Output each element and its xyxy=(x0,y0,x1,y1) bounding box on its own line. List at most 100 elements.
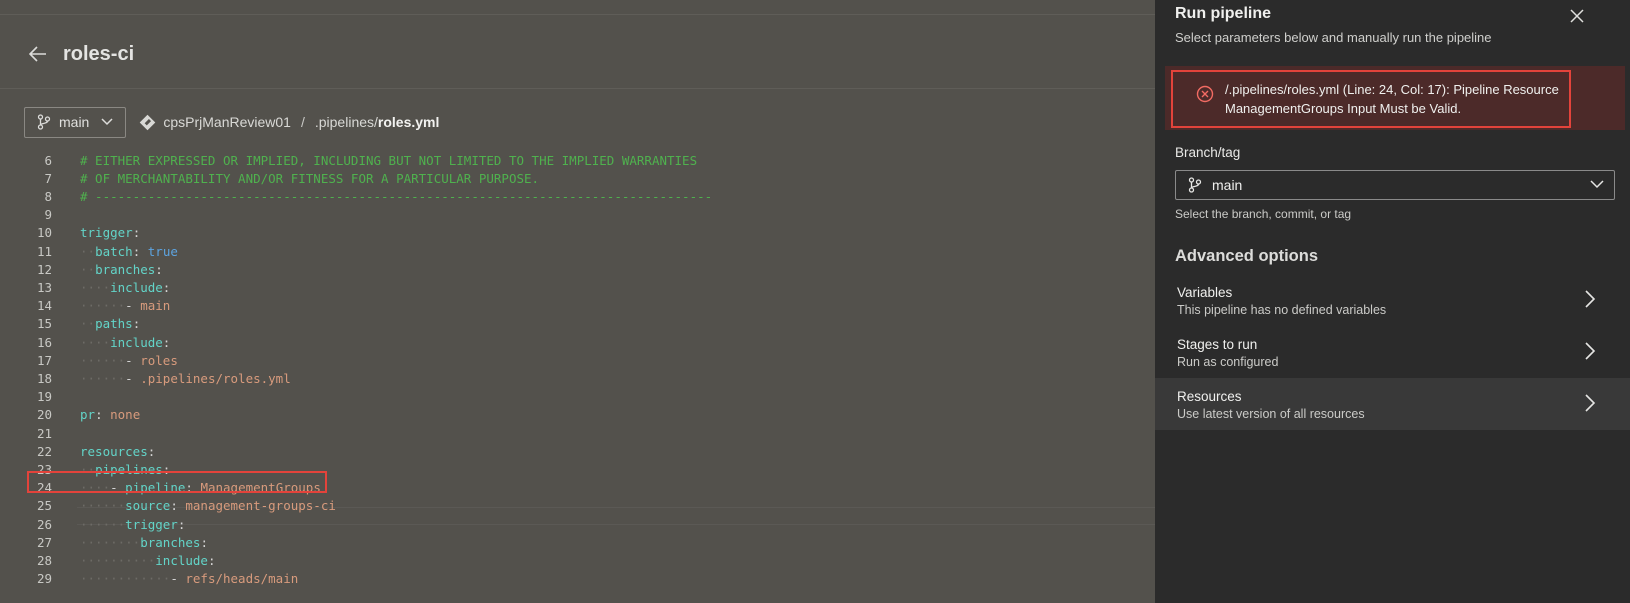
code-text: ······trigger: xyxy=(80,516,186,532)
option-stages-to-run[interactable]: Stages to run Run as configured xyxy=(1155,326,1630,378)
line-number: 14 xyxy=(36,298,52,314)
breadcrumb-folder: .pipelines/ xyxy=(314,114,378,130)
code-text: ····include: xyxy=(80,334,171,350)
code-line: 20 pr: none xyxy=(0,406,1155,424)
panel-title: Run pipeline xyxy=(1175,5,1271,22)
close-button[interactable] xyxy=(1565,4,1589,28)
code-text: ······source: management-groups-ci xyxy=(80,498,336,514)
branch-selector-label: main xyxy=(59,114,90,130)
close-icon xyxy=(1570,9,1584,23)
option-title: Variables xyxy=(1177,285,1233,300)
code-line: 10 trigger: xyxy=(0,224,1155,242)
option-title: Stages to run xyxy=(1177,337,1258,352)
line-number: 21 xyxy=(36,425,52,441)
editor-page: roles-ci main cpsPrjManReview01 / .pipel… xyxy=(0,0,1155,603)
code-line: 12 ··branches: xyxy=(0,260,1155,278)
code-text: resources: xyxy=(80,443,156,459)
line-number: 13 xyxy=(36,279,52,295)
code-line: 18 ······- .pipelines/roles.yml xyxy=(0,369,1155,387)
code-line: 17 ······- roles xyxy=(0,351,1155,369)
branch-tag-help: Select the branch, commit, or tag xyxy=(1175,207,1352,221)
option-title: Resources xyxy=(1177,389,1242,404)
code-line: 14 ······- main xyxy=(0,297,1155,315)
option-description: Use latest version of all resources xyxy=(1177,407,1365,421)
advanced-options-heading: Advanced options xyxy=(1175,247,1319,265)
chevron-right-icon xyxy=(1585,394,1596,412)
code-text: # EITHER EXPRESSED OR IMPLIED, INCLUDING… xyxy=(80,152,698,168)
option-variables[interactable]: Variables This pipeline has no defined v… xyxy=(1155,274,1630,326)
option-resources[interactable]: Resources Use latest version of all reso… xyxy=(1155,378,1630,430)
error-message-text: /.pipelines/roles.yml (Line: 24, Col: 17… xyxy=(1225,82,1559,116)
line-number: 7 xyxy=(44,170,52,186)
code-line: 26 ······trigger: xyxy=(0,515,1155,533)
run-pipeline-panel: Run pipeline Select parameters below and… xyxy=(1155,0,1630,603)
code-line: 6 # EITHER EXPRESSED OR IMPLIED, INCLUDIN… xyxy=(0,151,1155,169)
top-strip xyxy=(0,0,1155,15)
line-number: 8 xyxy=(44,188,52,204)
code-line: 28 ··········include: xyxy=(0,551,1155,569)
header-divider xyxy=(0,88,1155,89)
code-text: ············- refs/heads/main xyxy=(80,571,299,587)
code-line: 21 xyxy=(0,424,1155,442)
code-text: ······- .pipelines/roles.yml xyxy=(80,370,291,386)
repo-icon xyxy=(140,114,156,130)
code-text: ········branches: xyxy=(80,534,208,550)
line-number: 11 xyxy=(36,243,52,259)
code-text: # --------------------------------------… xyxy=(80,188,713,204)
code-line: 9 xyxy=(0,206,1155,224)
page-title: roles-ci xyxy=(63,42,135,65)
line-number: 29 xyxy=(36,571,52,587)
code-line: 16 ····include: xyxy=(0,333,1155,351)
code-text: trigger: xyxy=(80,225,141,241)
line-number: 28 xyxy=(36,552,52,568)
back-button[interactable] xyxy=(27,43,49,65)
line-number: 22 xyxy=(36,443,52,459)
code-text: # OF MERCHANTABILITY AND/OR FITNESS FOR … xyxy=(80,170,540,186)
code-text: ··branches: xyxy=(80,261,163,277)
option-description: This pipeline has no defined variables xyxy=(1177,303,1387,317)
code-line: 22 resources: xyxy=(0,442,1155,460)
chevron-down-icon xyxy=(1590,180,1604,189)
line-number: 20 xyxy=(36,407,52,423)
chevron-down-icon xyxy=(101,118,113,126)
code-text: ······- roles xyxy=(80,352,178,368)
code-text: ··········include: xyxy=(80,552,216,568)
code-text: ··paths: xyxy=(80,316,141,332)
branch-icon xyxy=(37,114,51,130)
branch-tag-label: Branch/tag xyxy=(1175,145,1241,160)
code-line: 25 ······source: management-groups-ci xyxy=(0,497,1155,515)
code-line: 11 ··batch: true xyxy=(0,242,1155,260)
breadcrumb-separator: / xyxy=(300,114,305,130)
line-number: 25 xyxy=(36,498,52,514)
branch-tag-value: main xyxy=(1212,177,1243,193)
line-number: 19 xyxy=(36,389,52,405)
line-number: 10 xyxy=(36,225,52,241)
line-number: 26 xyxy=(36,516,52,532)
code-line: 29 ············- refs/heads/main xyxy=(0,570,1155,588)
back-arrow-icon xyxy=(29,46,46,62)
branch-icon xyxy=(1188,177,1202,193)
branch-tag-select[interactable]: main xyxy=(1175,170,1615,200)
chevron-right-icon xyxy=(1585,290,1596,308)
breadcrumb-path[interactable]: .pipelines/roles.yml xyxy=(315,114,440,130)
line-number: 15 xyxy=(36,316,52,332)
line-number: 18 xyxy=(36,370,52,386)
code-line: 13 ····include: xyxy=(0,278,1155,296)
page-header: roles-ci xyxy=(0,36,134,72)
code-text: ····include: xyxy=(80,279,171,295)
line-number: 17 xyxy=(36,352,52,368)
code-text: pr: none xyxy=(80,407,141,423)
code-text: ··batch: true xyxy=(80,243,178,259)
yaml-editor[interactable]: 6 # EITHER EXPRESSED OR IMPLIED, INCLUDIN… xyxy=(0,146,1155,603)
code-text: ······- main xyxy=(80,298,171,314)
line-number: 27 xyxy=(36,534,52,550)
breadcrumb-repo[interactable]: cpsPrjManReview01 xyxy=(163,114,291,130)
code-line: 8 # -------------------------------------… xyxy=(0,187,1155,205)
branch-selector[interactable]: main xyxy=(24,106,127,138)
line-number: 12 xyxy=(36,261,52,277)
line-number: 16 xyxy=(36,334,52,350)
code-line: 7 # OF MERCHANTABILITY AND/OR FITNESS FOR… xyxy=(0,169,1155,187)
code-line: 27 ········branches: xyxy=(0,533,1155,551)
panel-subtitle: Select parameters below and manually run… xyxy=(1175,30,1492,45)
line-number: 6 xyxy=(44,152,52,168)
